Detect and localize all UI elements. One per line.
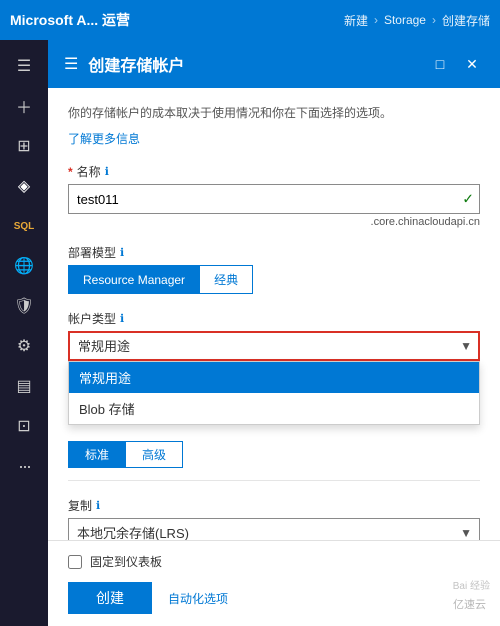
shield-icon[interactable]: 🛡 <box>4 288 44 324</box>
sidebar: ☰ ＋ ⊞ ◈ SQL 🌐 🛡 ⚙ ▤ ⊡ ··· <box>0 40 48 626</box>
name-info-icon[interactable]: ℹ <box>105 165 109 178</box>
account-type-group: 帐户类型 ℹ 常规用途 Blob 存储 ▼ 常规用途 Blob 存储 <box>68 310 480 468</box>
pin-label: 固定到仪表板 <box>90 553 162 570</box>
dropdown-item-blob[interactable]: Blob 存储 <box>69 393 479 424</box>
main-content: ☰ 创建存储帐户 □ ✕ 你的存储帐户的成本取决于使用情况和你在下面选择的选项。… <box>48 40 500 626</box>
replication-group: 复制 ℹ 本地冗余存储(LRS) ▼ <box>68 497 480 540</box>
breadcrumb-new: 新建 <box>344 12 368 29</box>
name-check-icon: ✓ <box>462 191 474 208</box>
breadcrumb-sep2: › <box>432 13 436 27</box>
name-input[interactable] <box>68 184 480 214</box>
account-type-select[interactable]: 常规用途 Blob 存储 <box>68 331 480 361</box>
subtabs: 标准 高级 <box>68 441 480 468</box>
breadcrumb: 新建 › Storage › 创建存储 <box>344 12 490 29</box>
replication-select[interactable]: 本地冗余存储(LRS) <box>68 518 480 540</box>
panel-header: ☰ 创建存储帐户 □ ✕ <box>48 40 500 88</box>
pin-checkbox[interactable] <box>68 555 82 569</box>
breadcrumb-create: 创建存储 <box>442 12 490 29</box>
ellipsis-icon[interactable]: ··· <box>4 448 44 484</box>
account-type-label: 帐户类型 ℹ <box>68 310 480 327</box>
name-label: * 名称 ℹ <box>68 163 480 180</box>
cube-icon[interactable]: ◈ <box>4 168 44 204</box>
menu-icon[interactable]: ☰ <box>4 48 44 84</box>
deployment-group: 部署模型 ℹ Resource Manager 经典 <box>68 244 480 294</box>
grid-icon[interactable]: ⊞ <box>4 128 44 164</box>
watermark: Bai 经验 <box>453 577 490 592</box>
name-input-wrapper: ✓ <box>68 184 480 214</box>
name-suffix-text: .core.chinacloudapi.cn <box>68 216 480 228</box>
deployment-info-icon[interactable]: ℹ <box>120 246 124 259</box>
top-bar: Microsoft A... 运营 新建 › Storage › 创建存储 <box>0 0 500 40</box>
breadcrumb-sep1: › <box>374 13 378 27</box>
footer-buttons: 创建 自动化选项 <box>68 582 480 614</box>
account-type-dropdown-popup: 常规用途 Blob 存储 <box>68 361 480 425</box>
layers-icon[interactable]: ▤ <box>4 368 44 404</box>
panel-minimize-button[interactable]: □ <box>428 52 452 76</box>
create-button[interactable]: 创建 <box>68 582 152 614</box>
learn-more-link[interactable]: 了解更多信息 <box>68 132 140 146</box>
sql-icon[interactable]: SQL <box>4 208 44 244</box>
account-type-info-icon[interactable]: ℹ <box>120 312 124 325</box>
replication-label: 复制 ℹ <box>68 497 480 514</box>
dropdown-item-regular[interactable]: 常规用途 <box>69 362 479 393</box>
panel-footer: 固定到仪表板 创建 自动化选项 <box>48 540 500 626</box>
deployment-label-text: 部署模型 <box>68 244 116 261</box>
account-type-label-text: 帐户类型 <box>68 310 116 327</box>
account-type-dropdown-wrapper: 常规用途 Blob 存储 ▼ 常规用途 Blob 存储 <box>68 331 480 361</box>
app-title: Microsoft A... 运营 <box>10 10 344 30</box>
panel-body: 你的存储帐户的成本取决于使用情况和你在下面选择的选项。 了解更多信息 * 名称 … <box>48 88 500 540</box>
deployment-classic-button[interactable]: 经典 <box>199 265 253 294</box>
breadcrumb-storage: Storage <box>384 13 426 27</box>
deployment-resource-manager-button[interactable]: Resource Manager <box>68 265 199 294</box>
panel-header-controls: □ ✕ <box>428 52 484 76</box>
name-group: * 名称 ℹ ✓ .core.chinacloudapi.cn <box>68 163 480 228</box>
panel-header-left: ☰ 创建存储帐户 <box>64 52 184 76</box>
watermark2: 亿速云 <box>453 596 486 612</box>
section-divider-1 <box>68 480 480 481</box>
replication-dropdown-wrapper: 本地冗余存储(LRS) ▼ <box>68 518 480 540</box>
panel-menu-icon: ☰ <box>64 54 78 74</box>
required-star-name: * <box>68 165 73 179</box>
name-label-text: 名称 <box>77 163 101 180</box>
replication-label-text: 复制 <box>68 497 92 514</box>
info-text: 你的存储帐户的成本取决于使用情况和你在下面选择的选项。 <box>68 104 480 122</box>
globe-icon[interactable]: 🌐 <box>4 248 44 284</box>
panel: ☰ 创建存储帐户 □ ✕ 你的存储帐户的成本取决于使用情况和你在下面选择的选项。… <box>48 40 500 626</box>
pin-row: 固定到仪表板 <box>68 553 480 570</box>
tag-icon[interactable]: ⊡ <box>4 408 44 444</box>
settings-icon[interactable]: ⚙ <box>4 328 44 364</box>
plus-icon[interactable]: ＋ <box>4 88 44 124</box>
panel-close-button[interactable]: ✕ <box>460 52 484 76</box>
deployment-btn-group: Resource Manager 经典 <box>68 265 480 294</box>
replication-info-icon[interactable]: ℹ <box>96 499 100 512</box>
subtab-premium[interactable]: 高级 <box>125 441 183 468</box>
panel-title: 创建存储帐户 <box>88 52 184 76</box>
deployment-label: 部署模型 ℹ <box>68 244 480 261</box>
subtab-standard[interactable]: 标准 <box>68 441 125 468</box>
automate-button[interactable]: 自动化选项 <box>168 590 228 607</box>
